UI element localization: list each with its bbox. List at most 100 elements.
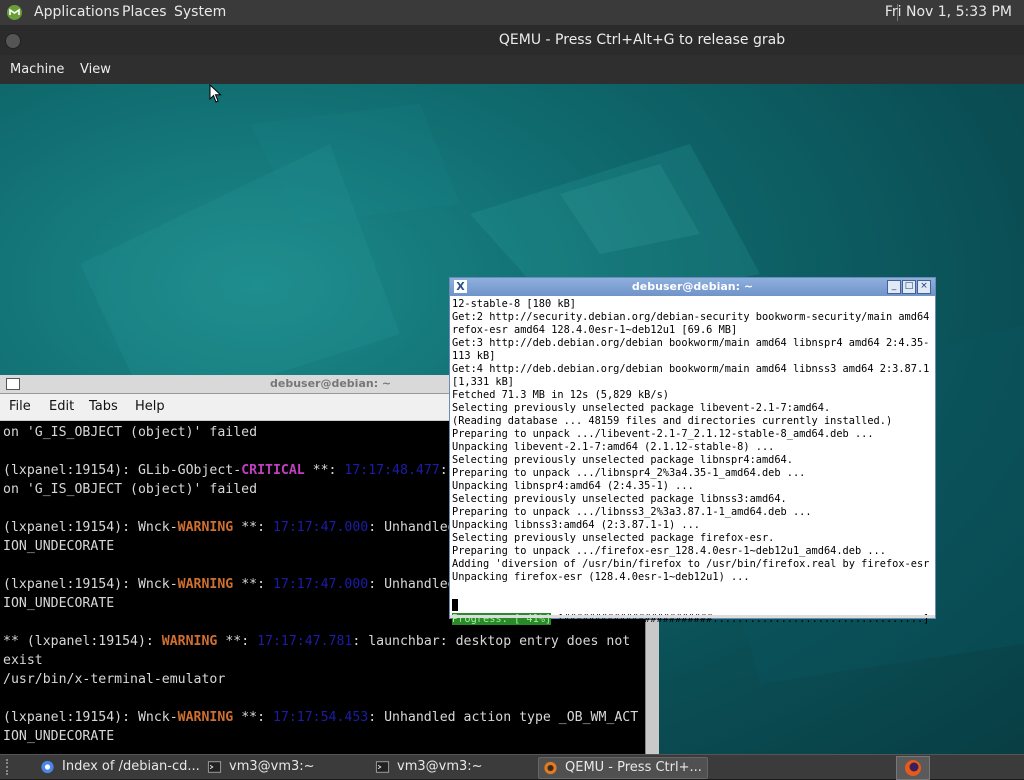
terminal-text: on 'G_IS_OBJECT (object)' failed: [3, 482, 258, 497]
mouse-pointer-icon: [209, 84, 222, 103]
task-label: QEMU - Press Ctrl+...: [565, 760, 702, 775]
qemu-titlebar[interactable]: QEMU - Press Ctrl+Alt+G to release grab: [0, 25, 1024, 55]
task-terminal-2[interactable]: vm3@vm3:~: [371, 757, 531, 777]
task-terminal-1[interactable]: vm3@vm3:~: [203, 757, 363, 777]
taskbar-grip[interactable]: [6, 759, 20, 775]
terminal-line: Selecting previously unselected package …: [452, 493, 787, 505]
menu-help[interactable]: Help: [135, 399, 165, 414]
menu-view[interactable]: View: [80, 62, 111, 77]
task-label: vm3@vm3:~: [229, 759, 315, 774]
terminal-text: ION_UNDECORATE: [3, 596, 115, 611]
terminal-text: WARNING: [177, 520, 234, 535]
terminal-line: exist: [3, 651, 645, 670]
menu-applications[interactable]: Applications: [34, 4, 120, 20]
terminal-line: ION_UNDECORATE: [3, 727, 645, 746]
firefox-launcher[interactable]: [896, 756, 930, 780]
terminal-line: (lxpanel:19154): Wnck-WARNING **: 17:17:…: [3, 708, 645, 727]
terminal-text: on 'G_IS_OBJECT (object)' failed: [3, 425, 258, 440]
terminal-line: Get:3 http://deb.debian.org/debian bookw…: [452, 337, 930, 349]
terminal-line: Preparing to unpack .../libevent-2.1-7_2…: [452, 428, 874, 440]
terminal-line: Adding 'diversion of /usr/bin/firefox to…: [452, 558, 930, 570]
close-button[interactable]: ×: [917, 280, 931, 294]
xterm-window[interactable]: X debuser@debian: ~ _ □ × 12-stable-8 [1…: [449, 277, 936, 625]
terminal-line: Unpacking libnspr4:amd64 (2:4.35-1) ...: [452, 480, 694, 492]
terminal-text: : Unhandled action type _OB_WM_ACT: [368, 710, 639, 725]
xterm-output[interactable]: 12-stable-8 [180 kB] Get:2 http://securit…: [452, 298, 930, 603]
terminal-text: 17:17:54.453: [272, 710, 369, 725]
terminal-text: **:: [304, 463, 345, 478]
terminal-text: **:: [233, 577, 273, 592]
terminal-line: [1,331 kB]: [452, 376, 514, 388]
terminal-line: (Reading database ... 48159 files and di…: [452, 415, 893, 427]
terminal-line: Preparing to unpack .../libnspr4_2%3a4.3…: [452, 467, 806, 479]
terminal-line: refox-esr amd64 128.4.0esr-1~deb12u1 [69…: [452, 324, 738, 336]
terminal-text: **:: [217, 634, 258, 649]
terminal-text: (lxpanel:19154): Wnck-: [3, 520, 178, 535]
terminal-text: 17:17:47.781: [257, 634, 353, 649]
clock[interactable]: Fri Nov 1, 5:33 PM: [885, 4, 1012, 20]
host-top-panel: Applications Places System Fri Nov 1, 5:…: [0, 0, 1024, 25]
terminal-text: ** (lxpanel:19154):: [3, 634, 162, 649]
terminal-text: (lxpanel:19154): Wnck-: [3, 710, 178, 725]
xterm-scrollbar[interactable]: [450, 615, 935, 618]
terminal-text: (lxpanel:19154): GLib-GObject-: [3, 463, 242, 478]
terminal-text: ION_UNDECORATE: [3, 539, 115, 554]
firefox-icon: [905, 760, 921, 776]
terminal-text: : launchbar: desktop entry does not: [352, 634, 631, 649]
task-chromium[interactable]: Index of /debian-cd...: [36, 757, 200, 777]
terminal-icon: [6, 378, 20, 390]
qemu-icon: [544, 761, 557, 775]
guest-taskbar: Index of /debian-cd... vm3@vm3:~ vm3@vm3…: [0, 754, 1024, 780]
terminal-line: Unpacking firefox-esr (128.4.0esr-1~deb1…: [452, 571, 750, 583]
terminal-line: Selecting previously unselected package …: [452, 454, 793, 466]
terminal-text: **:: [233, 710, 273, 725]
terminal-line: Preparing to unpack .../libnss3_2%3a3.87…: [452, 506, 812, 518]
menu-places[interactable]: Places: [122, 4, 167, 20]
menu-edit[interactable]: Edit: [49, 399, 74, 414]
qemu-menubar: Machine View: [0, 55, 1024, 84]
menu-system[interactable]: System: [174, 4, 226, 20]
maximize-button[interactable]: □: [902, 280, 916, 294]
terminal-text: 17:17:48.477: [344, 463, 440, 478]
terminal-text: ION_UNDECORATE: [3, 729, 115, 744]
terminal-line: Unpacking libnss3:amd64 (2:3.87.1-1) ...: [452, 519, 700, 531]
apt-progress: Progress: [ 41%] [######################…: [452, 598, 930, 625]
terminal-line: Selecting previously unselected package …: [452, 402, 831, 414]
terminal-text: /usr/bin/x-terminal-emulator: [3, 672, 226, 687]
terminal-line: ** (lxpanel:19154): WARNING **: 17:17:47…: [3, 632, 645, 651]
terminal-text: 17:17:47.000: [272, 577, 369, 592]
lxterminal-title: debuser@debian: ~: [270, 377, 392, 390]
terminal-line: Fetched 71.3 MB in 12s (5,829 kB/s): [452, 389, 669, 401]
xterm-titlebar[interactable]: X debuser@debian: ~ _ □ ×: [450, 278, 935, 296]
xterm-title: debuser@debian: ~: [631, 280, 754, 293]
terminal-text: WARNING: [177, 577, 234, 592]
qemu-window-title: QEMU - Press Ctrl+Alt+G to release grab: [498, 32, 786, 48]
minimize-button[interactable]: _: [887, 280, 901, 294]
terminal-line: 113 kB]: [452, 350, 496, 362]
terminal-line: Selecting previously unselected package …: [452, 532, 775, 544]
menu-machine[interactable]: Machine: [10, 62, 64, 77]
terminal-text: WARNING: [161, 634, 218, 649]
terminal-text: CRITICAL: [241, 463, 305, 478]
task-qemu[interactable]: QEMU - Press Ctrl+...: [538, 757, 708, 779]
terminal-line: Get:4 http://deb.debian.org/debian bookw…: [452, 363, 930, 375]
terminal-text: WARNING: [177, 710, 234, 725]
terminal-text: **:: [233, 520, 273, 535]
terminal-line: Get:2 http://security.debian.org/debian-…: [452, 311, 930, 323]
terminal-line: Unpacking libevent-2.1-7:amd64 (2.1.12-s…: [452, 441, 775, 453]
terminal-line: 12-stable-8 [180 kB]: [452, 298, 576, 310]
mate-logo-icon[interactable]: [6, 4, 23, 21]
chromium-icon: [41, 760, 54, 774]
terminal-text: exist: [3, 653, 43, 668]
task-label: vm3@vm3:~: [397, 759, 483, 774]
menu-file[interactable]: File: [9, 399, 31, 414]
terminal-line: Preparing to unpack .../firefox-esr_128.…: [452, 545, 886, 557]
terminal-icon: [375, 761, 390, 773]
terminal-text: (lxpanel:19154): Wnck-: [3, 577, 178, 592]
terminal-text: 17:17:47.000: [272, 520, 369, 535]
terminal-icon: [207, 761, 222, 773]
terminal-cursor: [452, 599, 458, 611]
task-label: Index of /debian-cd...: [62, 759, 200, 774]
menu-tabs[interactable]: Tabs: [89, 399, 118, 414]
